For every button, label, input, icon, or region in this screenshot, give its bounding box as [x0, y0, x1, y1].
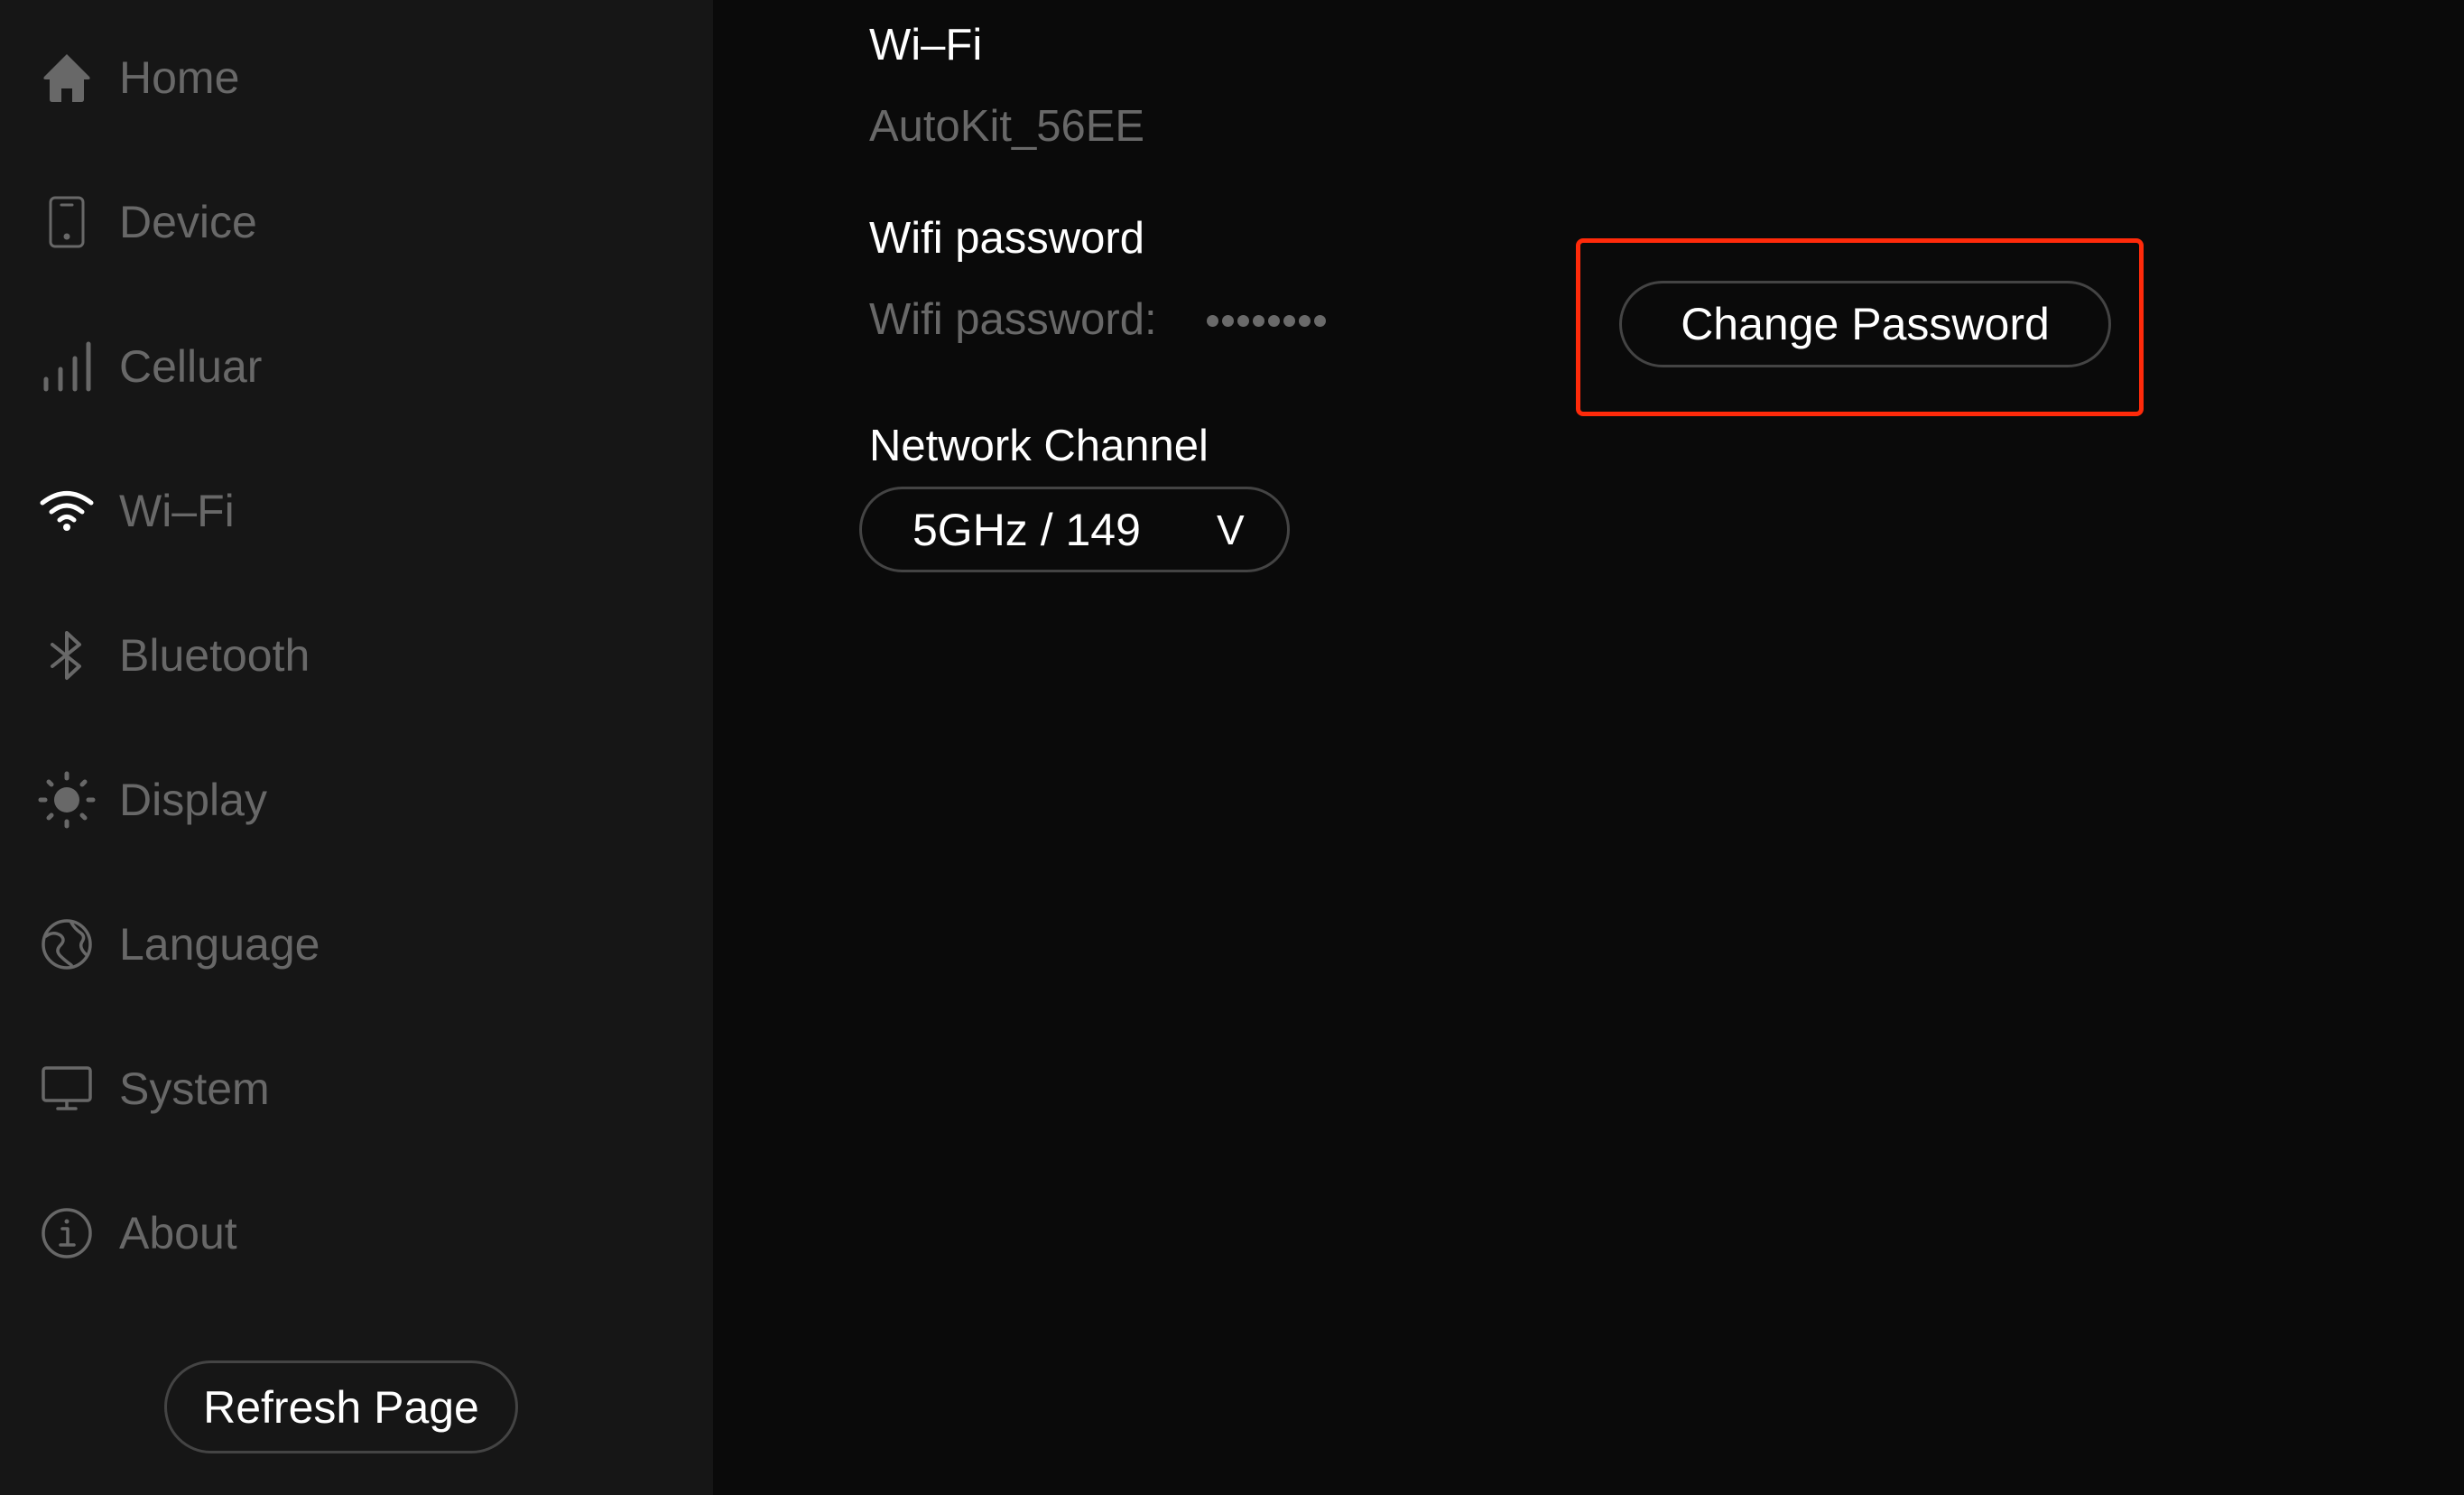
refresh-page-button[interactable]: Refresh Page — [164, 1360, 518, 1453]
sidebar-item-bluetooth[interactable]: Bluetooth — [0, 601, 713, 710]
password-mask-dot — [1299, 315, 1311, 327]
password-mask-dot — [1314, 315, 1326, 327]
sidebar-item-cellular[interactable]: Celluar — [0, 312, 713, 421]
sidebar: Home Device Celluar Wi–Fi Bluetooth Disp… — [0, 0, 713, 1495]
phone-icon — [36, 191, 97, 253]
signal-bars-icon — [36, 336, 97, 397]
network-channel-select[interactable]: 5GHz / 149 V — [859, 487, 1290, 572]
bluetooth-icon — [36, 625, 97, 686]
info-icon — [36, 1202, 97, 1264]
wifi-section-heading: Wi–Fi — [869, 21, 983, 70]
wifi-password-heading: Wifi password — [869, 214, 1144, 263]
network-channel-heading: Network Channel — [869, 422, 1209, 470]
sidebar-item-label: Celluar — [119, 341, 263, 392]
wifi-password-label: Wifi password: — [869, 295, 1157, 344]
home-icon — [36, 47, 97, 108]
settings-app: Home Device Celluar Wi–Fi Bluetooth Disp… — [0, 0, 2464, 1495]
sidebar-item-label: Language — [119, 919, 320, 970]
sidebar-item-wifi[interactable]: Wi–Fi — [0, 457, 713, 565]
wifi-icon — [36, 480, 97, 542]
wifi-password-masked-value — [1207, 315, 1326, 327]
sidebar-item-language[interactable]: Language — [0, 890, 713, 998]
password-mask-dot — [1268, 315, 1280, 327]
sidebar-item-label: System — [119, 1063, 270, 1114]
password-mask-dot — [1253, 315, 1264, 327]
sidebar-item-system[interactable]: System — [0, 1035, 713, 1143]
password-mask-dot — [1222, 315, 1234, 327]
wifi-ssid-value: AutoKit_56EE — [869, 102, 1145, 151]
chevron-down-icon: V — [1217, 506, 1245, 553]
globe-icon — [36, 914, 97, 975]
sidebar-item-about[interactable]: About — [0, 1179, 713, 1287]
sidebar-item-label: Home — [119, 52, 240, 103]
sidebar-item-device[interactable]: Device — [0, 168, 713, 276]
sidebar-item-label: About — [119, 1208, 237, 1258]
sidebar-item-display[interactable]: Display — [0, 746, 713, 854]
password-mask-dot — [1207, 315, 1218, 327]
wifi-settings-panel: Wi–Fi AutoKit_56EE Wifi password Wifi pa… — [713, 0, 2464, 1495]
password-mask-dot — [1283, 315, 1295, 327]
sidebar-item-label: Bluetooth — [119, 630, 310, 681]
sidebar-item-label: Display — [119, 775, 267, 825]
sun-icon — [36, 769, 97, 831]
sidebar-item-label: Wi–Fi — [119, 486, 235, 536]
sidebar-item-label: Device — [119, 197, 257, 247]
network-channel-selected-value: 5GHz / 149 — [912, 504, 1141, 555]
password-mask-dot — [1237, 315, 1249, 327]
change-password-button[interactable]: Change Password — [1619, 281, 2111, 367]
monitor-icon — [36, 1058, 97, 1119]
sidebar-item-home[interactable]: Home — [0, 23, 713, 132]
